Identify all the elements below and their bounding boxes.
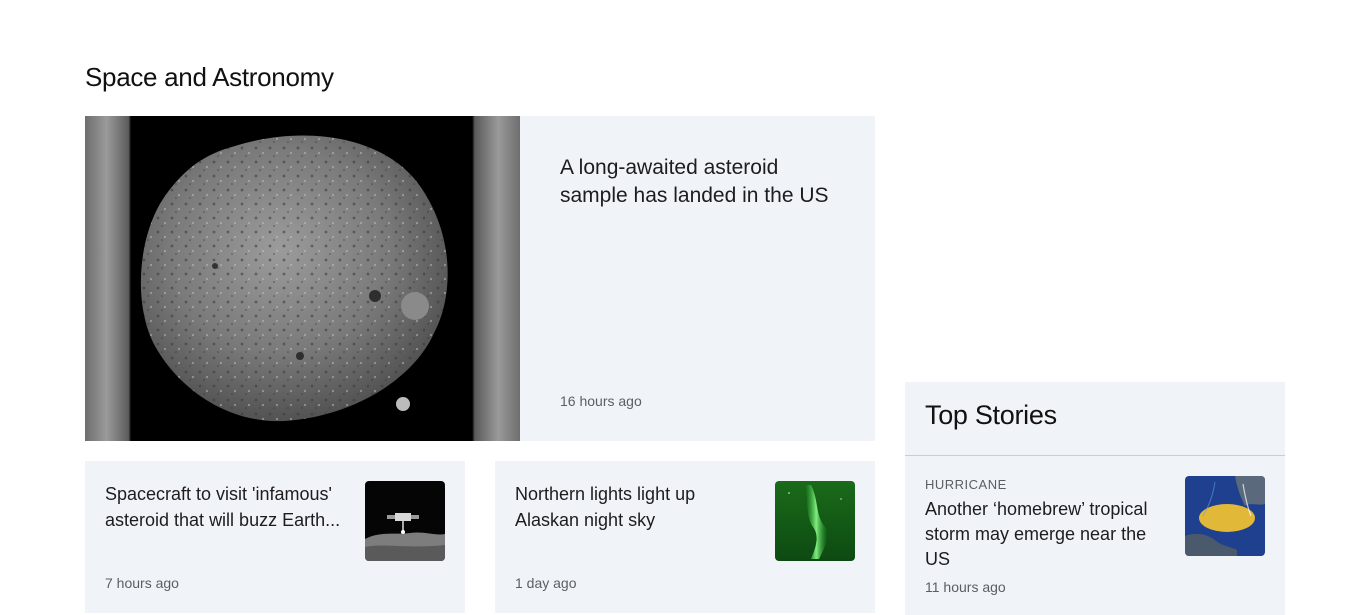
aurora-image <box>775 481 855 561</box>
story-card-timestamp: 1 day ago <box>515 575 577 591</box>
hero-story[interactable]: A long-awaited asteroid sample has lande… <box>85 116 875 441</box>
top-story-headline[interactable]: Another ‘homebrew’ tropical storm may em… <box>925 497 1170 572</box>
top-story-item[interactable]: HURRICANE Another ‘homebrew’ tropical st… <box>905 456 1285 615</box>
hero-timestamp: 16 hours ago <box>560 393 642 409</box>
top-story-thumbnail[interactable] <box>1185 476 1265 556</box>
story-category[interactable]: HURRICANE <box>925 477 1007 492</box>
spacecraft-image <box>365 481 445 561</box>
story-card-thumbnail[interactable] <box>365 481 445 561</box>
hero-image[interactable] <box>85 116 520 441</box>
storm-map-image <box>1185 476 1265 556</box>
story-card-thumbnail[interactable] <box>775 481 855 561</box>
top-stories-title: Top Stories <box>925 400 1057 430</box>
section-title: Space and Astronomy <box>85 62 334 92</box>
story-card[interactable]: Northern lights light up Alaskan night s… <box>495 461 875 613</box>
story-card[interactable]: Spacecraft to visit 'infamous' asteroid … <box>85 461 465 613</box>
story-card-timestamp: 7 hours ago <box>105 575 179 591</box>
hero-headline[interactable]: A long-awaited asteroid sample has lande… <box>560 154 850 210</box>
top-stories-panel: Top Stories HURRICANE Another ‘homebrew’… <box>905 382 1285 615</box>
asteroid-image <box>140 135 448 422</box>
story-card-headline[interactable]: Northern lights light up Alaskan night s… <box>515 481 760 533</box>
story-card-headline[interactable]: Spacecraft to visit 'infamous' asteroid … <box>105 481 350 533</box>
top-story-timestamp: 11 hours ago <box>925 579 1006 595</box>
